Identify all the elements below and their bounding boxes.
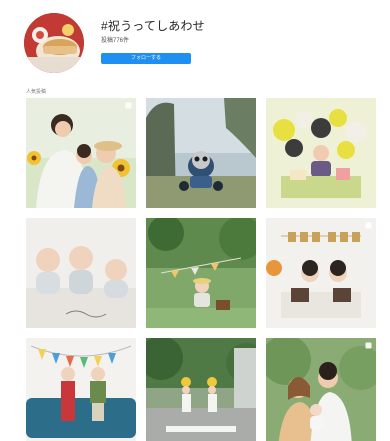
post-children-walking-street[interactable] (146, 338, 256, 441)
post-happy-birthday-girls[interactable] (266, 218, 376, 328)
multiple-images-icon (365, 342, 372, 349)
post-toy-in-forest[interactable] (146, 98, 256, 208)
top-posts-label: 人気投稿 (26, 89, 47, 95)
post-count: 投稿776件 (101, 38, 130, 44)
post-image (146, 218, 256, 328)
post-image (26, 338, 136, 441)
post-three-babies[interactable] (26, 218, 136, 328)
hashtag-avatar (24, 13, 84, 73)
post-image (146, 98, 256, 208)
post-couple-with-baby[interactable] (266, 338, 376, 441)
hashtag-header: #祝うってしあわせ 投稿776件 フォローする (0, 0, 390, 80)
post-image (266, 98, 376, 208)
post-image (146, 338, 256, 441)
avatar-image (24, 13, 84, 73)
post-birthday-balloons[interactable] (266, 98, 376, 208)
multiple-images-icon (365, 222, 372, 229)
post-image (26, 98, 136, 208)
post-image (26, 218, 136, 328)
post-birthday-bunting-kids[interactable] (26, 338, 136, 441)
multiple-images-icon (125, 102, 132, 109)
post-image (266, 218, 376, 328)
post-family-sunflowers[interactable] (26, 98, 136, 208)
post-image (266, 338, 376, 441)
hashtag-title: #祝うってしあわせ (101, 19, 205, 33)
post-child-garden-picnic[interactable] (146, 218, 256, 328)
follow-button[interactable]: フォローする (101, 53, 191, 64)
